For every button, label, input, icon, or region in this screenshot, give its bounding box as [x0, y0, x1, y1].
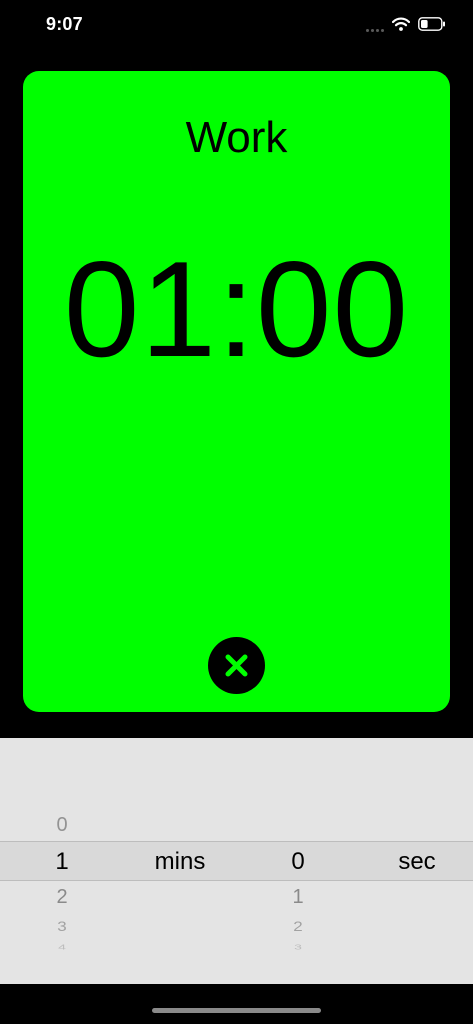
seconds-option[interactable]: 3: [278, 943, 318, 952]
home-indicator[interactable]: [152, 1008, 321, 1013]
timer-card: [23, 71, 450, 712]
status-bar: 9:07: [0, 0, 473, 52]
close-button[interactable]: [208, 637, 265, 694]
time-display: 01:00: [63, 233, 410, 385]
timer-screen: 9:07 Work 01:00 0 1 2 3 4 mins 0 1 2 3 s…: [0, 0, 473, 1024]
minutes-option[interactable]: 3: [42, 919, 82, 935]
battery-icon: [418, 17, 445, 31]
signal-dots-icon: [366, 29, 386, 33]
minutes-option[interactable]: 2: [42, 886, 82, 909]
bottom-bar: [0, 984, 473, 1024]
seconds-option[interactable]: 1: [278, 886, 318, 909]
minutes-option[interactable]: 4: [42, 943, 82, 952]
phase-label: Work: [185, 113, 288, 162]
wifi-icon: [392, 17, 410, 31]
minutes-selected[interactable]: 1: [42, 848, 82, 876]
minutes-option[interactable]: 0: [42, 814, 82, 837]
battery-level-fill: [421, 20, 428, 28]
status-time: 9:07: [46, 14, 83, 34]
close-icon: [225, 654, 248, 677]
minutes-unit-label: mins: [154, 848, 206, 875]
seconds-unit-label: sec: [398, 848, 436, 875]
seconds-option[interactable]: 2: [278, 919, 318, 935]
seconds-selected[interactable]: 0: [278, 848, 318, 876]
